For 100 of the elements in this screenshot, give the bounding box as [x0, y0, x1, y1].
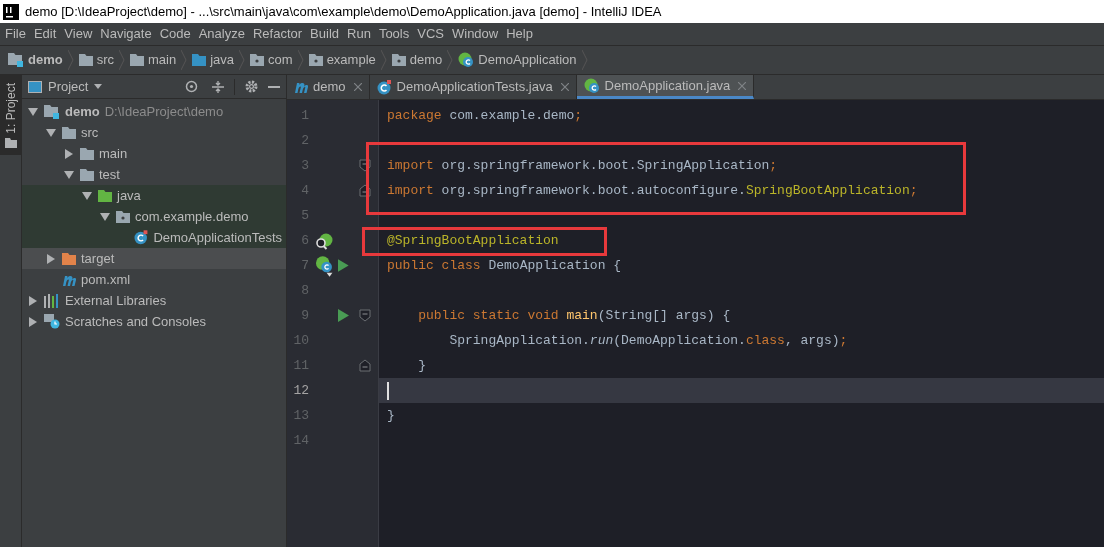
menu-item[interactable]: Edit — [30, 24, 60, 44]
menu-item[interactable]: Build — [307, 24, 342, 44]
package-icon — [116, 209, 130, 224]
tree-item[interactable]: DemoApplicationTests — [22, 227, 286, 248]
maven-icon — [294, 81, 308, 93]
fold-end-icon — [359, 359, 371, 372]
breadcrumb-item[interactable]: com — [250, 46, 293, 74]
menu-item[interactable]: Run — [344, 24, 374, 44]
tree-item[interactable]: src — [22, 122, 286, 143]
bean-search-icon — [315, 231, 333, 250]
close-icon — [353, 83, 362, 91]
menu-item[interactable]: Window — [448, 24, 502, 44]
panel-icon — [28, 80, 42, 93]
text-cursor — [387, 381, 389, 400]
tree-item[interactable]: target — [22, 248, 286, 269]
code-line: import org.springframework.boot.SpringApplication; — [386, 156, 779, 175]
tree-item[interactable]: External Libraries — [22, 290, 286, 311]
folder-icon — [4, 137, 17, 148]
run-icon — [338, 259, 349, 272]
collapsed-arrow-icon — [64, 148, 74, 159]
tree-label: demo — [65, 102, 100, 121]
breadcrumb-item[interactable]: example — [308, 46, 376, 74]
tree-item[interactable]: com.example.demo — [22, 206, 286, 227]
run-icon — [338, 309, 349, 322]
tree-item[interactable]: demo D:\IdeaProject\demo — [22, 101, 286, 122]
spring-class-icon — [583, 77, 600, 94]
code-line: SpringApplication.run(DemoApplication.class, args); — [448, 331, 849, 350]
fold-end-icon — [359, 184, 371, 197]
menu-item[interactable]: VCS — [414, 24, 447, 44]
panel-title[interactable]: Project — [48, 76, 89, 97]
menu-item[interactable]: Navigate — [97, 24, 155, 44]
locate-icon[interactable] — [185, 80, 198, 93]
tree-label: com.example.demo — [135, 207, 249, 226]
breadcrumb-item[interactable]: demo — [8, 46, 63, 74]
breadcrumb-item[interactable]: src — [78, 46, 114, 74]
tree-label: DemoApplicationTests — [153, 228, 282, 247]
package-icon — [308, 53, 323, 67]
breadcrumb-label: example — [326, 51, 376, 70]
tree-path: D:\IdeaProject\demo — [104, 102, 224, 121]
tree-label: java — [117, 186, 141, 205]
folder-icon — [130, 53, 144, 67]
expanded-arrow-icon — [82, 190, 92, 201]
breadcrumb-label: src — [96, 51, 114, 70]
module-folder-icon — [44, 103, 60, 120]
menu-item[interactable]: Tools — [375, 24, 413, 44]
code-line: } — [417, 356, 427, 375]
dropdown-icon[interactable] — [94, 84, 103, 89]
scratches-icon — [44, 314, 60, 329]
collapsed-arrow-icon — [46, 253, 56, 264]
code-line: import org.springframework.boot.autoconfigure.SpringBootApplication; — [386, 181, 919, 200]
breadcrumb-item[interactable]: java — [192, 46, 235, 74]
tree-label: src — [81, 123, 99, 142]
libraries-icon — [44, 293, 60, 308]
breadcrumb-label: DemoApplication — [478, 51, 577, 70]
breadcrumb-label: demo — [409, 51, 443, 70]
tree-label: main — [99, 144, 128, 163]
folder-icon — [80, 146, 94, 161]
folder-icon — [98, 188, 112, 203]
settings-icon[interactable] — [245, 80, 258, 93]
breadcrumb-label: java — [210, 51, 235, 70]
menu-item[interactable]: Refactor — [249, 24, 306, 44]
window-title: demo [D:\IdeaProject\demo] - ...\src\main\java\com\example\demo\DemoApplication.java [demo] - IntelliJ IDEA — [25, 2, 662, 21]
tree-item[interactable]: Scratches and Consoles — [22, 311, 286, 332]
tree-label: pom.xml — [81, 270, 131, 289]
package-icon — [391, 53, 406, 67]
class-icon — [376, 79, 392, 95]
menu-item[interactable]: File — [2, 24, 29, 44]
tree-label: test — [99, 165, 120, 184]
code-line: public static void main(String[] args) { — [417, 306, 732, 325]
breadcrumb-item[interactable]: demo — [391, 46, 443, 74]
breadcrumb-item[interactable]: main — [130, 46, 177, 74]
line-number: 12 — [292, 381, 309, 400]
close-icon — [738, 81, 747, 90]
editor-tab[interactable]: DemoApplication.java — [576, 75, 755, 99]
code-line: public class DemoApplication { — [386, 256, 623, 275]
package-icon — [250, 53, 265, 67]
tree-item[interactable]: pom.xml — [22, 269, 286, 290]
class-icon — [134, 230, 149, 245]
expanded-arrow-icon — [28, 106, 38, 117]
menu-item[interactable]: Analyze — [195, 24, 248, 44]
menu-item[interactable]: Code — [156, 24, 194, 44]
menu-item[interactable]: Help — [503, 24, 536, 44]
minimize-icon[interactable] — [268, 85, 280, 88]
project-tool-button[interactable]: 1: Project — [0, 75, 21, 155]
folder-icon — [62, 125, 76, 140]
tree-label: Scratches and Consoles — [65, 312, 206, 331]
tree-item[interactable]: test — [22, 164, 286, 185]
collapse-icon[interactable] — [212, 80, 224, 93]
maven-icon — [62, 273, 76, 286]
breadcrumb-item[interactable]: DemoApplication — [458, 46, 577, 74]
module-folder-icon — [8, 52, 24, 68]
code-line: @SpringBootApplication — [386, 231, 560, 250]
tool-window-label[interactable]: 1: Project — [1, 83, 20, 134]
collapsed-arrow-icon — [28, 316, 38, 327]
tree-item[interactable]: main — [22, 143, 286, 164]
bean-class-icon — [315, 254, 335, 277]
folder-icon — [192, 53, 207, 67]
menu-item[interactable]: View — [61, 24, 96, 44]
tree-item[interactable]: java — [22, 185, 286, 206]
folder-icon — [80, 167, 94, 182]
